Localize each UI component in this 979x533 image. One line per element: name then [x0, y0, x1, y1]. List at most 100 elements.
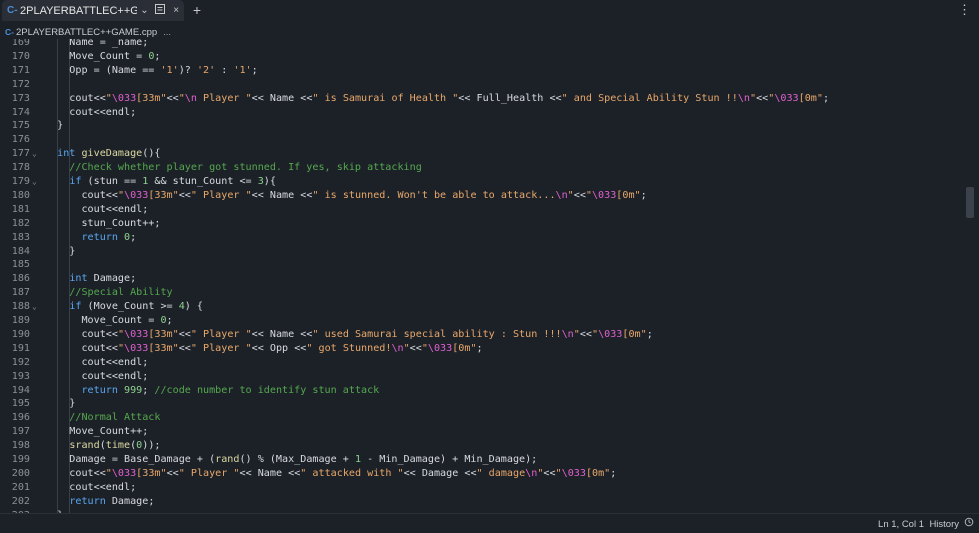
code-line[interactable]: 186 int Damage; [0, 272, 979, 286]
line-number: 177 [11, 148, 30, 160]
code-line[interactable]: 187 //Special Ability [0, 286, 979, 300]
code-line[interactable]: 184 } [0, 245, 979, 259]
new-tab-button[interactable]: + [190, 3, 204, 17]
scrollbar-thumb[interactable] [966, 187, 974, 218]
cpp-file-icon: C- [5, 27, 14, 37]
code-line[interactable]: 188 ⌄ if (Move_Count >= 4) { [0, 300, 979, 314]
line-number: 173 [11, 92, 30, 104]
code-line[interactable]: 195 } [0, 397, 979, 411]
code-text: stun_Count++; [45, 217, 161, 229]
code-line[interactable]: 192 cout<<endl; [0, 356, 979, 370]
code-line[interactable]: 201 cout<<endl; [0, 481, 979, 495]
code-line[interactable]: 183 return 0; [0, 231, 979, 245]
scrollbar[interactable] [964, 39, 978, 513]
code-line[interactable]: 177 ⌄ int giveDamage(){ [0, 147, 979, 161]
line-number: 187 [11, 287, 30, 299]
line-number: 179 [11, 176, 30, 187]
history-button[interactable]: History [929, 519, 959, 530]
code-line[interactable]: 193 cout<<endl; [0, 370, 979, 384]
fold-chevron-icon[interactable]: ⌄ [32, 175, 40, 189]
code-line[interactable]: 176 [0, 133, 979, 147]
code-text: } [45, 120, 64, 132]
line-number: 199 [11, 454, 30, 465]
line-number: 181 [11, 203, 30, 215]
code-line[interactable]: 194 return 999; //code number to identif… [0, 384, 979, 398]
code-line[interactable]: 199 Damage = Base_Damage + (rand() % (Ma… [0, 453, 979, 467]
line-number: 191 [11, 342, 30, 354]
code-line[interactable]: 172 [0, 78, 979, 92]
code-line[interactable]: 190 cout<<"\033[33m"<<" Player "<< Name … [0, 328, 979, 342]
code-text: Name = _name; [45, 39, 149, 48]
code-line[interactable]: 185 [0, 258, 979, 272]
code-text: Damage = Base_Damage + (rand() % (Max_Da… [45, 454, 538, 465]
line-number: 174 [11, 106, 30, 118]
line-number: 198 [11, 440, 30, 452]
code-line[interactable]: 180 cout<<"\033[33m"<<" Player "<< Name … [0, 189, 979, 203]
line-number: 188 [11, 301, 30, 313]
tab-bar: C- 2PLAYERBATTLEC++GAM... ⌄ × + ⋮ [0, 0, 979, 22]
more-menu-icon[interactable]: ⋮ [958, 2, 971, 18]
line-number: 180 [11, 189, 30, 201]
code-line[interactable]: 171 Opp = (Name == '1')? '2' : '1'; [0, 64, 979, 78]
chevron-down-icon[interactable]: ⌄ [137, 5, 153, 16]
line-number: 192 [11, 356, 30, 368]
code-text: cout<<endl; [45, 106, 137, 118]
code-text: Opp = (Name == '1')? '2' : '1'; [45, 64, 258, 76]
status-bar: Ln 1, Col 1 History [0, 513, 979, 533]
line-number: 186 [11, 273, 30, 285]
line-number: 175 [11, 120, 30, 132]
code-text: } [45, 245, 76, 257]
code-line[interactable]: 179 ⌄ if (stun == 1 && stun_Count <= 3){ [0, 175, 979, 189]
code-line[interactable]: 197 Move_Count++; [0, 425, 979, 439]
breadcrumb-more[interactable]: ... [163, 27, 171, 38]
line-number: 182 [11, 217, 30, 229]
breadcrumb-file[interactable]: 2PLAYERBATTLEC++GAME.cpp [16, 27, 157, 38]
code-line[interactable]: 189 Move_Count = 0; [0, 314, 979, 328]
cursor-position[interactable]: Ln 1, Col 1 [878, 519, 924, 530]
code-line[interactable]: 173 cout<<"\033[33m"<<"\n Player "<< Nam… [0, 92, 979, 106]
editor-tab[interactable]: C- 2PLAYERBATTLEC++GAM... ⌄ × [2, 0, 184, 21]
code-text: cout<<"\033[33m"<<" Player "<< Name <<" … [45, 328, 653, 340]
line-number: 196 [11, 412, 30, 424]
code-editor[interactable]: 169 Name = _name; 170 Move_Count = 0; 171 … [0, 39, 979, 513]
code-line[interactable]: 169 Name = _name; [0, 39, 979, 50]
fold-chevron-icon[interactable]: ⌄ [32, 300, 40, 314]
line-number: 170 [11, 50, 30, 62]
split-view-icon[interactable] [152, 4, 168, 17]
code-line[interactable]: 181 cout<<endl; [0, 203, 979, 217]
code-text: cout<<endl; [45, 370, 149, 382]
code-line[interactable]: 182 stun_Count++; [0, 217, 979, 231]
code-line[interactable]: 200 cout<<"\033[33m"<<" Player "<< Name … [0, 467, 979, 481]
code-text: cout<<endl; [45, 356, 149, 368]
line-number: 176 [11, 134, 30, 146]
line-number: 178 [11, 162, 30, 174]
code-text: cout<<"\033[33m"<<"\n Player "<< Name <<… [45, 92, 830, 104]
code-text: cout<<endl; [45, 481, 137, 493]
line-number: 184 [11, 245, 30, 257]
code-line[interactable]: 174 cout<<endl; [0, 106, 979, 120]
code-text: return Damage; [69, 495, 155, 507]
history-icon[interactable] [964, 517, 974, 530]
tab-title[interactable]: 2PLAYERBATTLEC++GAM... [20, 5, 137, 17]
code-line[interactable]: 170 Move_Count = 0; [0, 50, 979, 64]
code-text: //Normal Attack [45, 412, 161, 424]
code-line[interactable]: 198 srand(time(0)); [0, 439, 979, 453]
close-icon[interactable]: × [168, 5, 184, 16]
code-text: //Special Ability [45, 287, 173, 299]
line-number: 190 [11, 328, 30, 340]
line-number: 171 [11, 64, 30, 76]
code-text: srand(time(0)); [69, 440, 161, 452]
line-number: 172 [11, 78, 30, 90]
code-text: //Check whether player got stunned. If y… [45, 162, 422, 174]
code-line[interactable]: 191 cout<<"\033[33m"<<" Player "<< Opp <… [0, 342, 979, 356]
code-line[interactable]: 178 //Check whether player got stunned. … [0, 161, 979, 175]
code-text: Move_Count = 0; [45, 50, 161, 62]
code-text: cout<<"\033[33m"<<" Player "<< Opp <<" g… [45, 342, 483, 354]
fold-chevron-icon[interactable]: ⌄ [32, 147, 40, 161]
line-number: 201 [11, 481, 30, 493]
code-line[interactable]: 175 } [0, 119, 979, 133]
code-line[interactable]: 196 //Normal Attack [0, 411, 979, 425]
breadcrumb: C- 2PLAYERBATTLEC++GAME.cpp ... [0, 25, 171, 39]
line-number: 193 [11, 370, 30, 382]
code-line[interactable]: 202 return Damage; [0, 495, 979, 509]
